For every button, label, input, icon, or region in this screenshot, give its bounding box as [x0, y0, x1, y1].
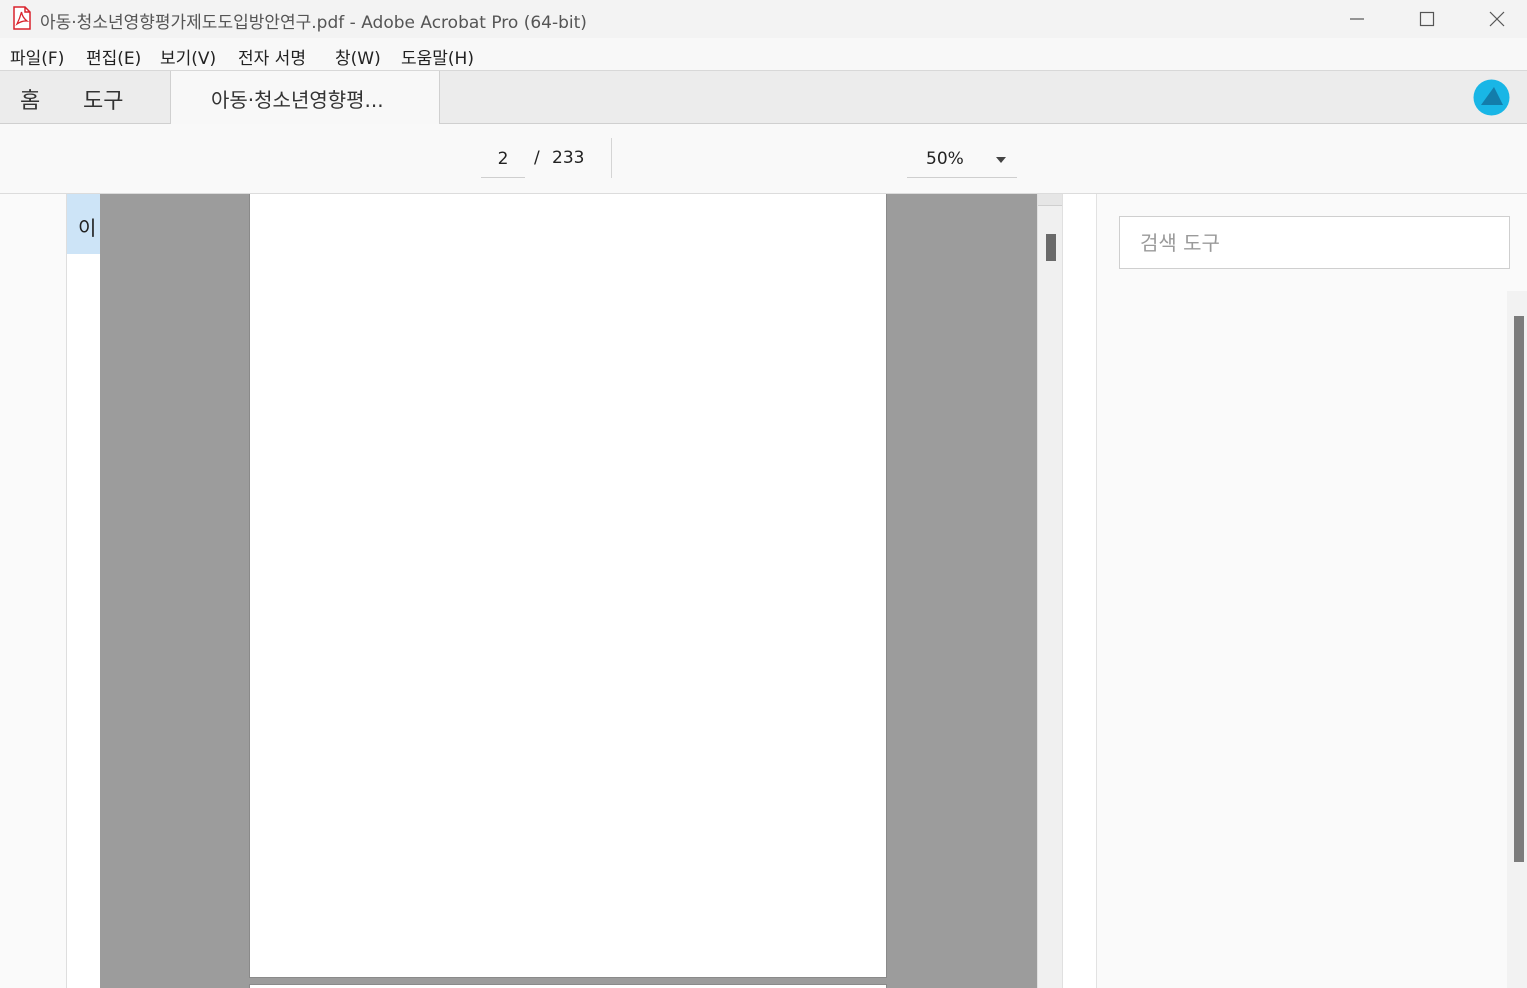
zoom-dropdown[interactable]: 50%: [907, 140, 1017, 178]
menu-file[interactable]: 파일(F): [10, 44, 64, 69]
minimize-button[interactable]: [1322, 0, 1392, 38]
acrobat-pdf-icon: [13, 6, 31, 30]
total-pages: 233: [552, 148, 585, 168]
page-toolbar: / 233 50%: [0, 124, 1527, 194]
thumbnail-strip: [67, 194, 100, 988]
document-scrollbar-thumb[interactable]: [1046, 234, 1056, 261]
tab-home[interactable]: 홈: [20, 83, 40, 115]
chevron-down-icon: [996, 157, 1006, 163]
page-separator: /: [534, 148, 540, 168]
pane-gap: [1063, 194, 1097, 988]
minimize-icon: [1350, 18, 1364, 20]
menu-view[interactable]: 보기(V): [160, 44, 216, 69]
pdf-page-next[interactable]: [249, 984, 887, 988]
right-pane-scrollbar[interactable]: [1507, 291, 1527, 988]
window-title: 아동·청소년영향평가제도도입방안연구.pdf - Adobe Acrobat P…: [40, 13, 587, 33]
profile-icon[interactable]: [1473, 79, 1510, 116]
document-scrollbar[interactable]: [1037, 194, 1063, 988]
maximize-button[interactable]: [1392, 0, 1462, 38]
toolbar-divider: [611, 138, 612, 178]
tab-document[interactable]: 아동·청소년영향평...: [170, 71, 440, 124]
document-view[interactable]: [100, 194, 1037, 988]
maximize-icon: [1419, 11, 1435, 27]
pdf-page[interactable]: [249, 194, 887, 978]
right-tools-pane: [1097, 194, 1527, 988]
menu-edit[interactable]: 편집(E): [86, 44, 141, 69]
scrollbar-top-cap: [1038, 194, 1062, 206]
title-bar: 아동·청소년영향평가제도도입방안연구.pdf - Adobe Acrobat P…: [0, 0, 1527, 38]
left-nav-pane: [0, 194, 67, 988]
close-icon: [1489, 11, 1505, 27]
zoom-value: 50%: [926, 149, 964, 169]
menu-bar: 파일(F) 편집(E) 보기(V) 전자 서명 창(W) 도움말(H): [0, 38, 1527, 71]
right-pane-scrollbar-thumb[interactable]: [1514, 316, 1524, 862]
close-button[interactable]: [1462, 0, 1527, 38]
tab-bar: 홈 도구 아동·청소년영향평...: [0, 71, 1527, 124]
menu-help[interactable]: 도움말(H): [401, 44, 474, 69]
tab-tools[interactable]: 도구: [83, 83, 123, 115]
menu-window[interactable]: 창(W): [335, 44, 381, 69]
menu-esign[interactable]: 전자 서명: [238, 44, 306, 69]
page-number-input[interactable]: [481, 140, 525, 178]
search-tools-input[interactable]: [1119, 216, 1510, 269]
thumbnail-label: 이: [78, 216, 97, 240]
tab-document-label: 아동·청소년영향평...: [211, 88, 384, 112]
